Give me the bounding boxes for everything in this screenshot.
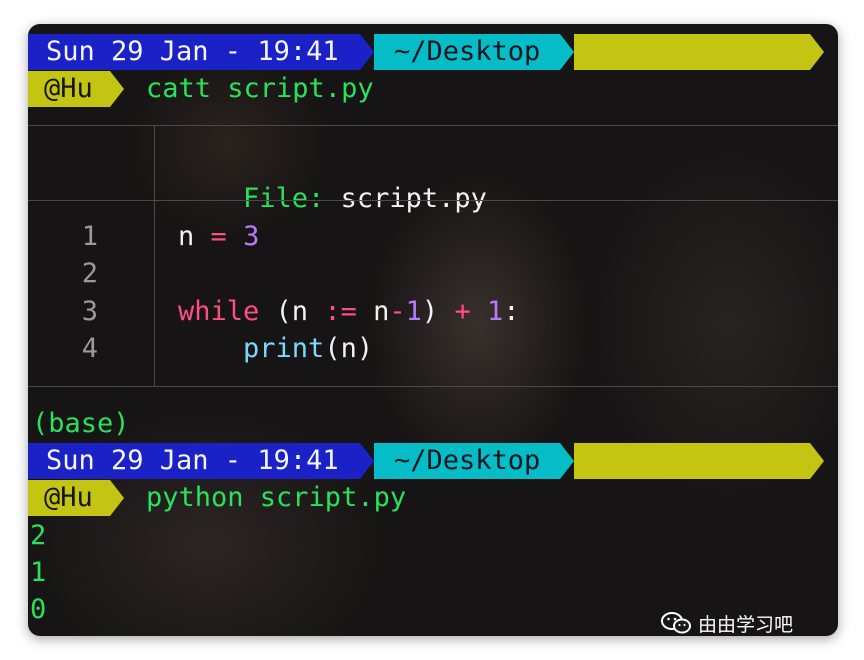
prompt-host: @Hu (28, 480, 110, 516)
file-name: script.py (340, 183, 487, 214)
terminal-window[interactable]: Sun 29 Jan - 19:41 ~/Desktop ᚠ liyou 172… (28, 24, 838, 636)
prompt-status-bar: Sun 29 Jan - 19:41 ~/Desktop ᚠ liyou 172… (28, 443, 824, 578)
prompt-status-bar: Sun 29 Jan - 19:41 ~/Desktop ᚠ liyou 172… (28, 34, 824, 169)
segment-separator (560, 34, 574, 70)
git-branch-icon: ᚠ (592, 484, 606, 509)
output-line: 1 (30, 557, 47, 588)
watermark: 由由学习吧 (660, 608, 793, 638)
prompt-path: ~/Desktop (374, 34, 560, 70)
conda-env-label: (base) (32, 408, 130, 439)
prompt-path: ~/Desktop (374, 443, 560, 479)
output-line: 2 (30, 520, 47, 551)
sun-icon: ☀ (792, 150, 802, 169)
line-number: 3 (81, 296, 98, 327)
gutter-divider (154, 125, 155, 387)
code-line-1: n = 3 (178, 221, 260, 252)
prompt-host: @Hu (28, 71, 110, 107)
git-branch-icon: ᚠ (592, 75, 606, 100)
output-line: 0 (30, 594, 47, 625)
file-header: File: script.py (178, 145, 487, 214)
segment-separator (110, 71, 124, 107)
prompt-command-line: @Hu catt script.py (28, 71, 374, 107)
prompt-user-segment: ᚠ liyou 172 ☀ (574, 34, 810, 169)
prompt-user: liyou 172 (628, 517, 775, 548)
prompt-command-line: @Hu python script.py (28, 480, 406, 516)
file-label: File: (243, 183, 325, 214)
line-number: 4 (81, 333, 98, 364)
segment-separator (360, 443, 374, 479)
divider (28, 125, 838, 126)
segment-separator (810, 443, 824, 479)
command-text[interactable]: python script.py (146, 480, 406, 516)
segment-separator (560, 443, 574, 479)
segment-separator (360, 34, 374, 70)
wechat-icon (660, 611, 692, 635)
divider (28, 200, 838, 201)
sun-icon: ☀ (792, 559, 802, 578)
prompt-datetime: Sun 29 Jan - 19:41 (28, 443, 360, 479)
prompt-user: liyou 172 (628, 108, 775, 139)
code-line-3: while (n := n-1) + 1: (178, 296, 520, 327)
line-number: 2 (81, 258, 98, 289)
prompt-datetime: Sun 29 Jan - 19:41 (28, 34, 360, 70)
line-number: 1 (81, 221, 98, 252)
code-line-4: print(n) (243, 333, 374, 364)
prompt-user-segment: ᚠ liyou 172 ☀ (574, 443, 810, 578)
segment-separator (810, 34, 824, 70)
command-text[interactable]: catt script.py (146, 71, 374, 107)
segment-separator (110, 480, 124, 516)
watermark-text: 由由学习吧 (698, 613, 794, 636)
divider (28, 386, 838, 387)
